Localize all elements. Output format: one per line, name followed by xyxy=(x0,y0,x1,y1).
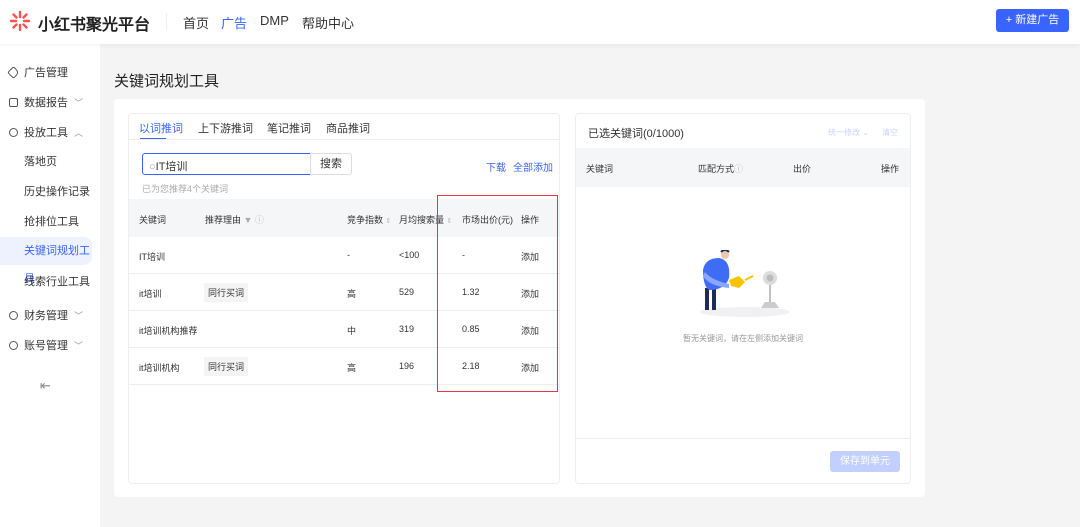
sidebar-sub-history[interactable]: 历史操作记录 xyxy=(0,178,92,206)
sidebar-item-tools[interactable]: 投放工具 ︿ xyxy=(0,122,100,144)
top-header: 小红书聚光平台 首页 广告 DMP 帮助中心 + 新建广告 xyxy=(0,0,1080,44)
help-icon[interactable]: ⓘ xyxy=(734,164,743,174)
search-value: IT培训 xyxy=(155,161,188,173)
clear-button[interactable]: 清空 xyxy=(882,127,898,138)
col-reason: 推荐理由 ▼ ⓘ xyxy=(205,213,264,226)
cell-keyword: IT培训 xyxy=(139,252,165,262)
download-link[interactable]: 下载 xyxy=(486,159,506,174)
tab-notes[interactable]: 笔记推词 xyxy=(267,120,311,136)
logo-text: 小红书聚光平台 xyxy=(38,17,151,34)
sidebar-label: 广告管理 xyxy=(24,67,68,79)
chevron-down-icon: ﹀ xyxy=(74,341,84,351)
divider xyxy=(576,438,910,439)
cell-competition: - xyxy=(347,250,350,260)
divider xyxy=(129,139,559,140)
sidebar-item-finance[interactable]: 财务管理 ﹀ xyxy=(0,305,100,327)
nav-ads[interactable]: 广告 xyxy=(221,13,247,32)
selected-title: 已选关键词(0/1000) xyxy=(588,128,684,140)
tag-icon xyxy=(7,66,20,79)
cell-competition: 高 xyxy=(347,289,357,299)
bulk-edit-label: 统一修改 xyxy=(828,128,860,137)
cell-competition: 中 xyxy=(347,326,357,336)
sidebar-item-data-report[interactable]: 数据报告 ﹀ xyxy=(0,92,100,114)
chevron-up-icon: ︿ xyxy=(74,128,84,138)
search-button[interactable]: 搜索 xyxy=(310,153,352,175)
cell-monthly: <100 xyxy=(399,250,420,260)
sidebar-item-ad-management[interactable]: 广告管理 xyxy=(0,62,100,84)
reason-tag: 同行买词 xyxy=(204,357,249,376)
col-keyword: 关键词 xyxy=(139,215,167,225)
tab-word[interactable]: 以词推词 xyxy=(139,120,183,136)
sort-icon[interactable]: ⇕ xyxy=(386,218,392,225)
col-keyword: 关键词 xyxy=(586,164,614,174)
cell-monthly: 319 xyxy=(399,324,415,334)
search-icon: ○ xyxy=(149,161,156,173)
finance-icon xyxy=(9,311,18,320)
search-input[interactable]: ○IT培训 xyxy=(142,153,311,175)
cell-monthly: 529 xyxy=(399,287,415,297)
collapse-sidebar-icon[interactable]: ⇤ xyxy=(40,378,51,394)
sidebar-label: 账号管理 xyxy=(24,340,68,352)
nav-help[interactable]: 帮助中心 xyxy=(302,13,354,32)
tab-upstream[interactable]: 上下游推词 xyxy=(198,120,253,136)
recommend-hint: 已为您推荐4个关键词 xyxy=(142,184,229,194)
col-reason-label: 推荐理由 xyxy=(205,215,242,225)
sidebar-sub-keyword-planner[interactable]: 关键词规划工具 xyxy=(0,237,92,285)
cell-keyword: it培训机构 xyxy=(139,363,180,373)
save-to-unit-button[interactable]: 保存到单元 xyxy=(830,451,900,472)
cell-competition: 高 xyxy=(347,363,357,373)
cell-monthly: 196 xyxy=(399,361,415,371)
col-competition-label: 竞争指数 xyxy=(347,215,384,225)
divider xyxy=(166,13,167,31)
col-match: 匹配方式ⓘ xyxy=(698,162,743,175)
empty-illustration xyxy=(700,250,790,317)
chevron-down-icon: ﹀ xyxy=(74,311,84,321)
tab-products[interactable]: 商品推词 xyxy=(326,120,370,136)
reason-tag: 同行买词 xyxy=(204,283,249,302)
add-all-link[interactable]: 全部添加 xyxy=(513,159,553,174)
chevron-down-icon: ⌄ xyxy=(862,128,869,137)
sidebar-label: 投放工具 xyxy=(24,127,68,139)
sidebar-label: 财务管理 xyxy=(24,310,68,322)
sidebar-sub-landing[interactable]: 落地页 xyxy=(0,148,92,176)
sidebar-sub-rank[interactable]: 抢排位工具 xyxy=(0,208,92,236)
cell-keyword: it培训 xyxy=(139,289,162,299)
highlight-box xyxy=(437,195,558,392)
filter-icon[interactable]: ▼ xyxy=(244,215,253,225)
nav-dmp[interactable]: DMP xyxy=(260,13,289,28)
account-icon xyxy=(9,341,18,350)
col-bid: 出价 xyxy=(793,164,812,174)
bulk-edit-dropdown[interactable]: 统一修改 ⌄ xyxy=(828,127,869,138)
chevron-down-icon: ﹀ xyxy=(74,98,84,108)
help-icon[interactable]: ⓘ xyxy=(255,215,264,225)
sidebar-item-account[interactable]: 账号管理 ﹀ xyxy=(0,335,100,357)
logo-icon xyxy=(9,10,31,32)
col-competition[interactable]: 竞争指数 ⇕ xyxy=(347,213,391,226)
nav-home[interactable]: 首页 xyxy=(183,13,209,32)
empty-text: 暂无关键词，请在左侧添加关键词 xyxy=(683,334,803,343)
new-ad-button[interactable]: + 新建广告 xyxy=(996,9,1069,32)
col-match-label: 匹配方式 xyxy=(698,164,735,174)
col-action: 操作 xyxy=(881,164,900,174)
page-title: 关键词规划工具 xyxy=(114,73,220,90)
tools-icon xyxy=(9,128,18,137)
sidebar-label: 数据报告 xyxy=(24,97,68,109)
cell-keyword: it培训机构推荐 xyxy=(139,326,198,336)
sidebar-sub-leads[interactable]: 线索行业工具 xyxy=(0,268,92,296)
report-icon xyxy=(9,98,18,107)
